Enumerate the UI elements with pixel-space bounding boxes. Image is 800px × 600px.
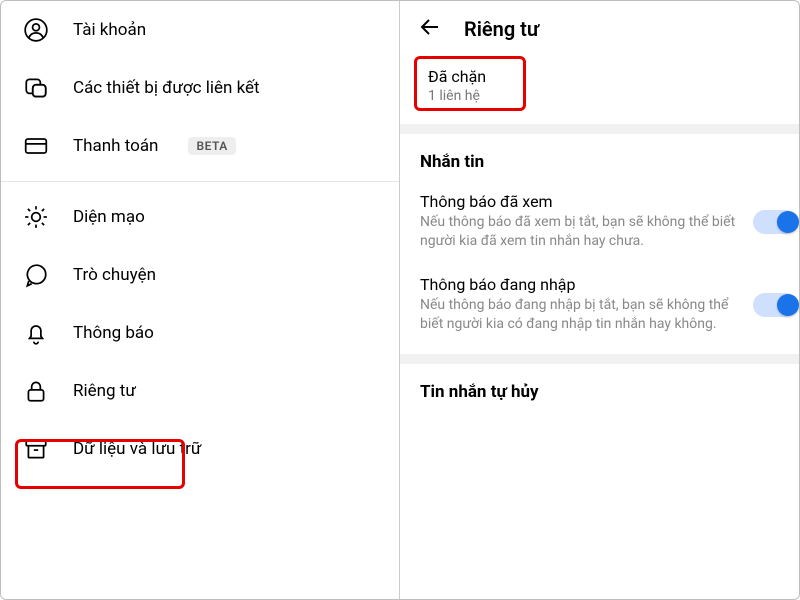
settings-item-chats[interactable]: Trò chuyện [1,246,399,304]
settings-item-label: Trò chuyện [73,265,156,285]
setting-typing-indicators[interactable]: Thông báo đang nhập Nếu thông báo đang n… [400,263,799,346]
detail-header: Riêng tư [400,1,799,53]
setting-desc: Nếu thông báo đang nhập bị tắt, bạn sẽ k… [420,296,743,334]
settings-list-panel: Tài khoản Các thiết bị được liên kết Tha… [1,1,400,599]
settings-item-notifications[interactable]: Thông báo [1,304,399,362]
settings-item-label: Tài khoản [73,20,146,40]
blocked-title: Đã chặn [428,67,486,86]
account-icon [23,17,49,43]
sun-icon [23,204,49,230]
blocked-subtitle: 1 liên hệ [428,88,486,104]
setting-text: Thông báo đang nhập Nếu thông báo đang n… [420,275,743,334]
card-icon [23,133,49,159]
blocked-row[interactable]: Đã chặn 1 liên hệ [418,61,496,110]
divider [1,181,399,182]
settings-item-label: Thông báo [73,323,154,343]
divider [400,124,799,134]
settings-item-label: Các thiết bị được liên kết [73,78,260,98]
toggle-read-receipts[interactable] [753,210,797,234]
settings-item-label: Dữ liệu và lưu trữ [73,439,201,459]
archive-icon [23,436,49,462]
settings-item-data-storage[interactable]: Dữ liệu và lưu trữ [1,420,399,478]
settings-item-privacy[interactable]: Riêng tư [1,362,399,420]
back-icon[interactable] [418,15,442,43]
setting-text: Thông báo đã xem Nếu thông báo đã xem bị… [420,192,743,251]
beta-badge: BETA [188,137,235,155]
setting-desc: Nếu thông báo đã xem bị tắt, bạn sẽ khôn… [420,213,743,251]
section-header-messaging: Nhắn tin [400,134,799,180]
settings-item-label: Diện mạo [73,207,145,227]
bell-icon [23,320,49,346]
settings-item-linked-devices[interactable]: Các thiết bị được liên kết [1,59,399,117]
setting-title: Thông báo đã xem [420,192,743,211]
divider [400,354,799,364]
chat-icon [23,262,49,288]
privacy-detail-panel: Riêng tư Đã chặn 1 liên hệ Nhắn tin Thôn… [400,1,799,599]
settings-item-label: Riêng tư [73,381,136,401]
devices-icon [23,75,49,101]
settings-item-appearance[interactable]: Diện mạo [1,188,399,246]
lock-icon [23,378,49,404]
settings-item-payments[interactable]: Thanh toán BETA [1,117,399,175]
setting-title: Thông báo đang nhập [420,275,743,294]
toggle-typing-indicators[interactable] [753,293,797,317]
page-title: Riêng tư [464,17,539,41]
settings-item-account[interactable]: Tài khoản [1,1,399,59]
section-header-disappearing: Tin nhắn tự hủy [400,364,799,410]
split-container: Tài khoản Các thiết bị được liên kết Tha… [0,0,800,600]
setting-read-receipts[interactable]: Thông báo đã xem Nếu thông báo đã xem bị… [400,180,799,263]
settings-item-label: Thanh toán [73,136,158,156]
